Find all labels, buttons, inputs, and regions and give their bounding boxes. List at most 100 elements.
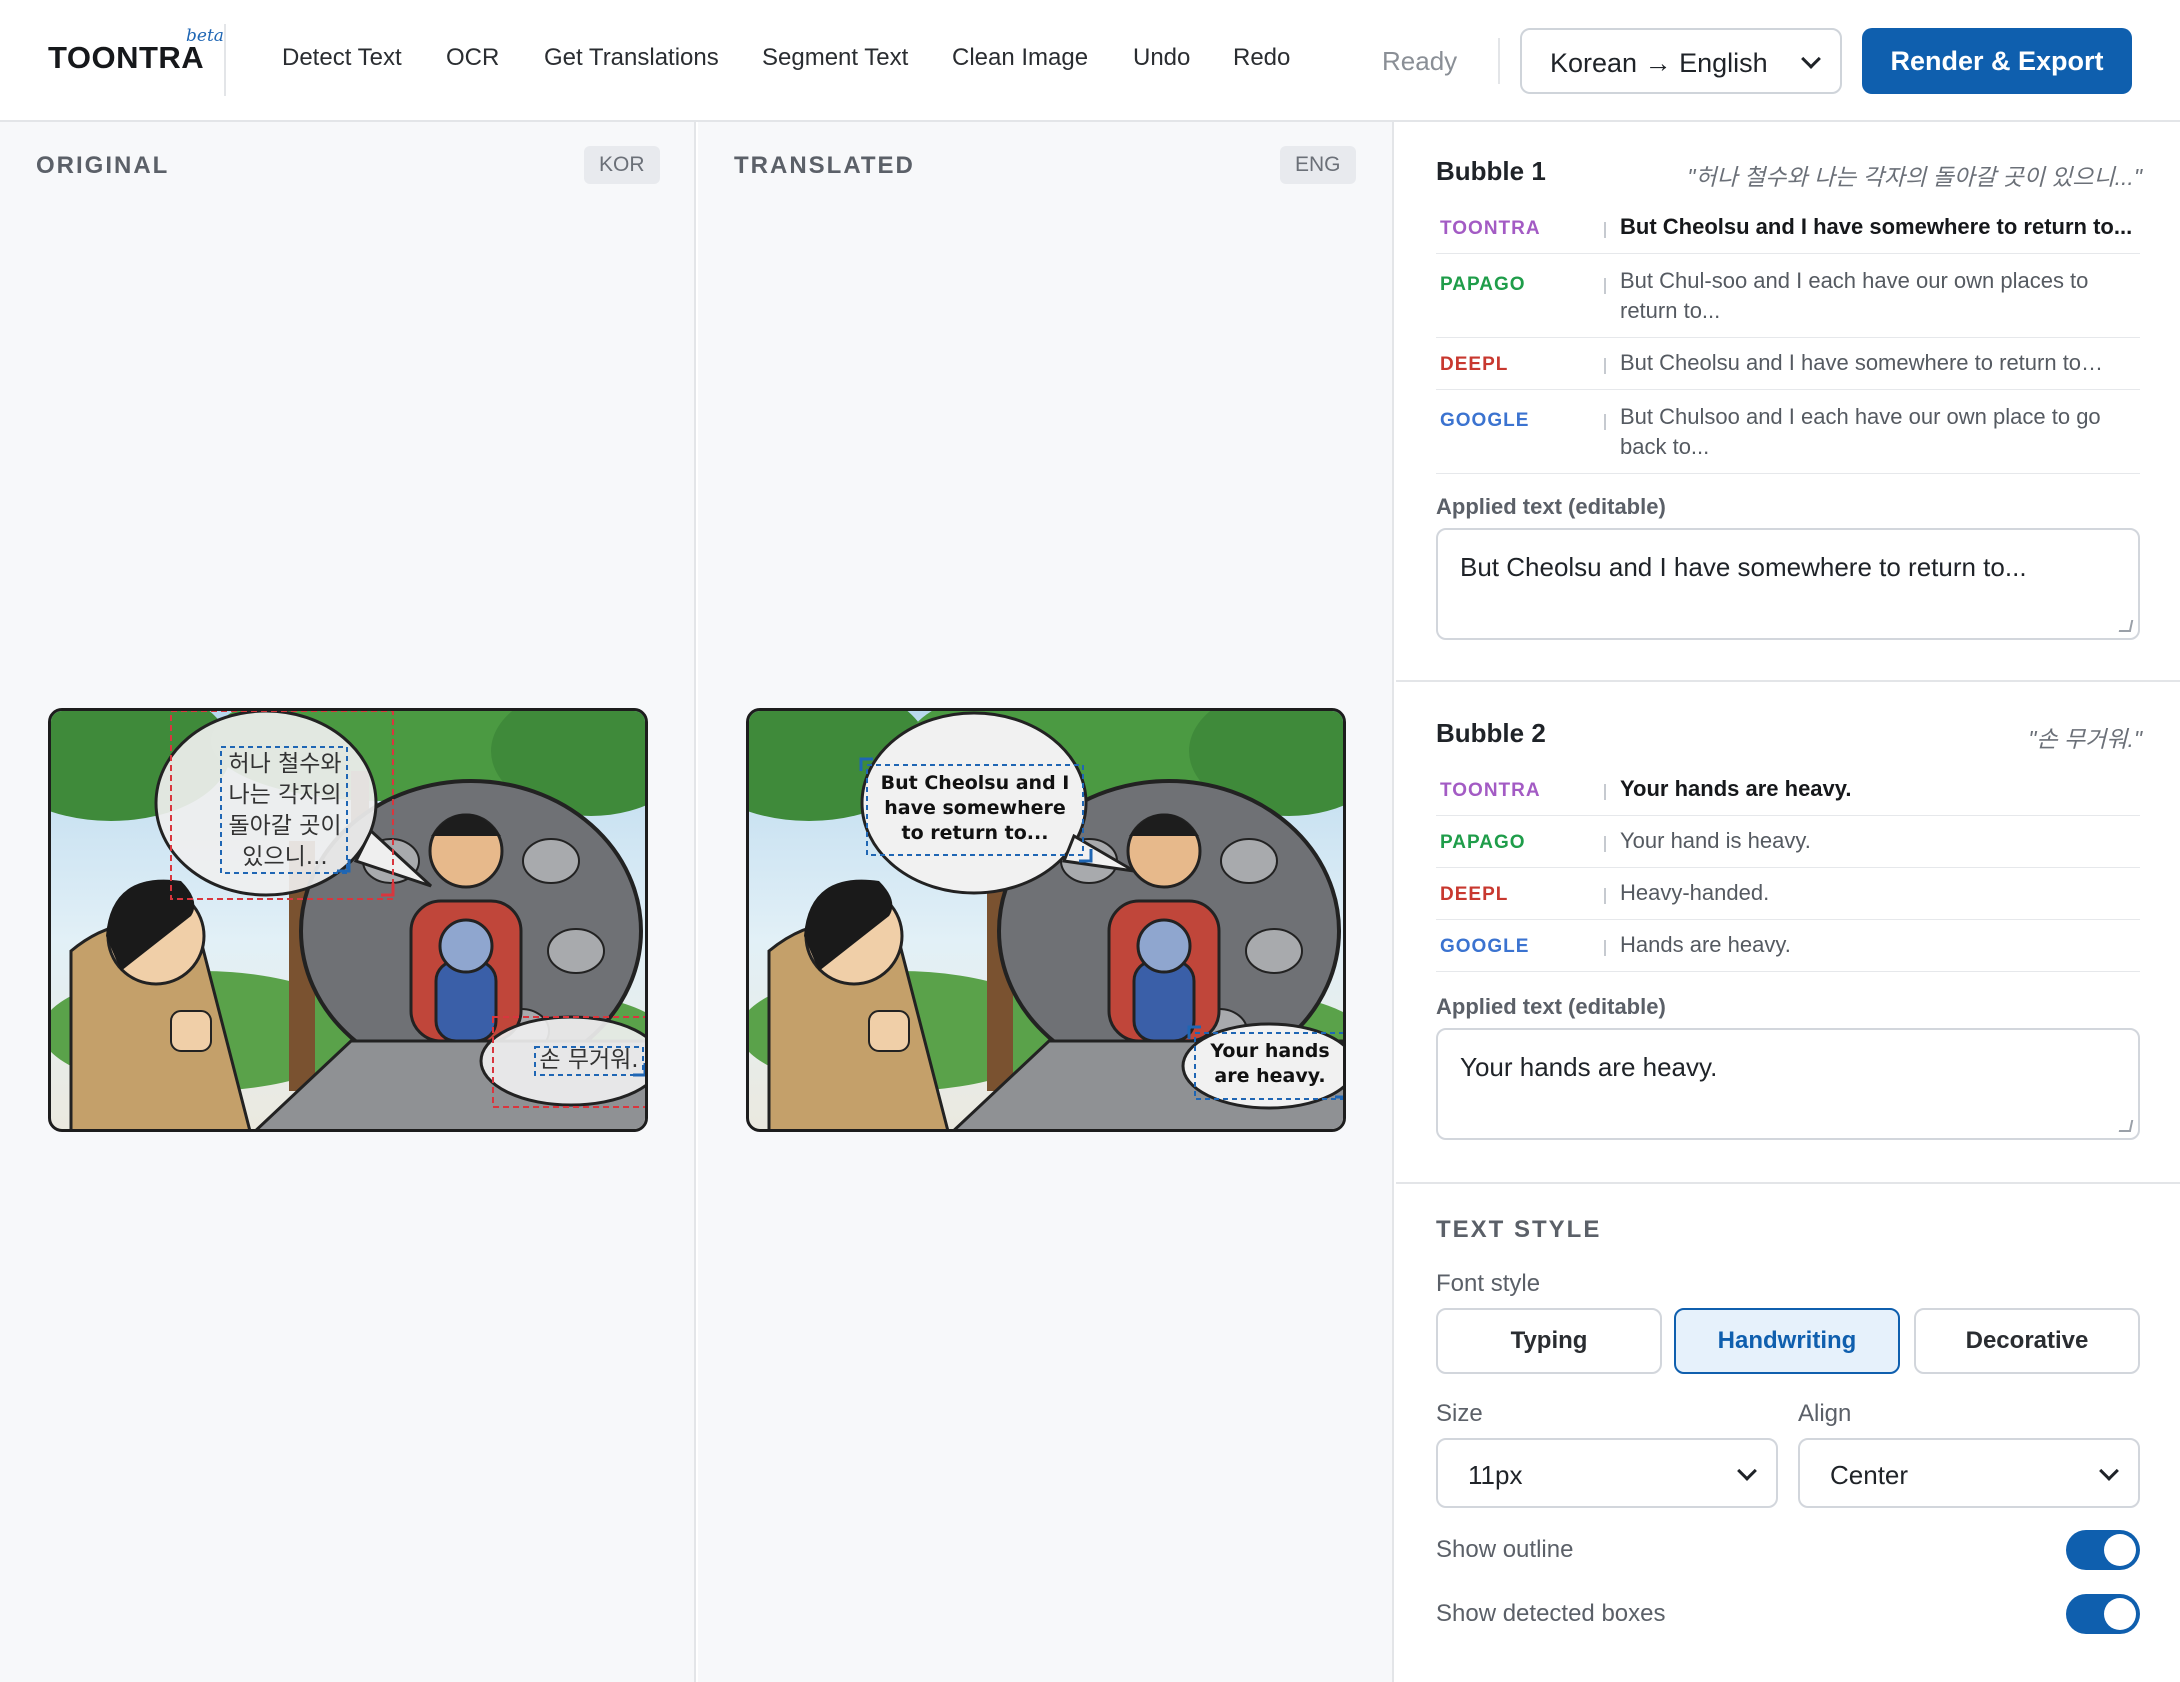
translated-bubble-1-line: to return to...	[901, 822, 1049, 844]
engine-text: Heavy-handed.	[1620, 880, 1770, 905]
bubble-1-applied-textarea[interactable]: But Cheolsu and I have somewhere to retu…	[1436, 528, 2140, 640]
engine-separator	[1604, 888, 1606, 904]
engine-separator	[1604, 222, 1606, 238]
engine-name: GOOGLE	[1440, 936, 1530, 957]
align-select-value: Center	[1830, 1460, 1909, 1490]
undo-button[interactable]: Undo	[1133, 44, 1190, 72]
get-translations-button[interactable]: Get Translations	[544, 44, 719, 72]
original-pane-title: ORIGINAL	[36, 152, 170, 179]
show-boxes-toggle[interactable]	[2066, 1594, 2140, 1634]
original-bubble-2-text: 손 무거워.	[539, 1047, 639, 1073]
translated-bubble-1-line: But Cheolsu and I	[880, 772, 1070, 794]
translated-bubble-2-line: are heavy.	[1214, 1065, 1326, 1087]
language-select-value: Korean → English	[1550, 48, 1768, 78]
engine-option-papago[interactable]: PAPAGO But Chul-soo and I each have our …	[1436, 254, 2140, 338]
engine-separator	[1604, 940, 1606, 956]
font-style-handwriting-button[interactable]: Handwriting	[1674, 1308, 1900, 1374]
original-comic-image[interactable]: 허나 철수와 나는 각자의 돌아갈 곳이 있으니... 손 무거워.	[48, 708, 648, 1132]
original-pane: ORIGINAL KOR 허나 철수와 나는 각자의 돌아갈 곳이 있으니...…	[0, 122, 696, 1682]
original-bubble-1-text: 허나 철수와 나는 각자의 돌아갈 곳이 있으니...	[223, 749, 347, 873]
segment-text-button[interactable]: Segment Text	[762, 44, 908, 72]
translated-comic-image[interactable]: But Cheolsu and I have somewhere to retu…	[746, 708, 1346, 1132]
translation-sidebar: Bubble 1 "허나 철수와 나는 각자의 돌아갈 곳이 있으니..." T…	[1396, 122, 2180, 1682]
translated-pane: TRANSLATED ENG But Cheolsu and I have so…	[698, 122, 1394, 1682]
engine-name: DEEPL	[1440, 354, 1509, 375]
engine-separator	[1604, 358, 1606, 374]
engine-text: Hands are heavy.	[1620, 932, 1791, 957]
size-select[interactable]: 11px	[1436, 1438, 1778, 1508]
translated-bubble-1-text: But Cheolsu and I have somewhere to retu…	[867, 771, 1083, 846]
original-bubble-1-line: 돌아갈 곳이	[228, 813, 342, 839]
original-bubble-1-line: 있으니...	[242, 844, 328, 870]
align-label: Align	[1798, 1400, 1852, 1427]
translated-bubble-2-line: Your hands	[1210, 1040, 1330, 1062]
engine-option-google[interactable]: GOOGLE But Chulsoo and I each have our o…	[1436, 390, 2140, 474]
bubble-2-card: Bubble 2 "손 무거워." TOONTRA Your hands are…	[1396, 684, 2180, 1184]
align-select[interactable]: Center	[1798, 1438, 2140, 1508]
engine-name: TOONTRA	[1440, 780, 1541, 801]
size-label: Size	[1436, 1400, 1483, 1427]
engine-name: GOOGLE	[1440, 410, 1530, 431]
font-style-label: Font style	[1436, 1270, 1541, 1297]
engine-name: DEEPL	[1440, 884, 1509, 905]
engine-option-deepl[interactable]: DEEPL Heavy-handed.	[1436, 868, 2140, 920]
engine-option-papago[interactable]: PAPAGO Your hand is heavy.	[1436, 816, 2140, 868]
engine-text: But Cheolsu and I have somewhere to retu…	[1620, 214, 2133, 239]
show-outline-label: Show outline	[1436, 1536, 1574, 1563]
bubble-1-source: "허나 철수와 나는 각자의 돌아갈 곳이 있으니..."	[1687, 164, 2142, 190]
app-logo: TOONTRA	[48, 40, 205, 75]
bubble-2-applied-textarea[interactable]: Your hands are heavy.	[1436, 1028, 2140, 1140]
ocr-button[interactable]: OCR	[446, 44, 499, 72]
toggle-knob	[2104, 1598, 2136, 1630]
beta-label: beta	[186, 26, 224, 46]
translated-pane-title: TRANSLATED	[734, 152, 915, 179]
text-style-heading: TEXT STYLE	[1436, 1216, 1602, 1243]
font-style-decorative-button[interactable]: Decorative	[1914, 1308, 2140, 1374]
detect-text-button[interactable]: Detect Text	[282, 44, 402, 72]
top-toolbar: TOONTRA beta Detect Text OCR Get Transla…	[0, 0, 2180, 122]
language-select[interactable]: Korean → English	[1520, 28, 1842, 94]
status-divider	[1498, 38, 1500, 84]
font-style-typing-button[interactable]: Typing	[1436, 1308, 1662, 1374]
engine-text: But Chul-soo and I each have our own pla…	[1620, 268, 2089, 323]
bubble-2-title: Bubble 2	[1436, 718, 1546, 748]
engine-option-google[interactable]: GOOGLE Hands are heavy.	[1436, 920, 2140, 972]
size-select-value: 11px	[1468, 1460, 1523, 1490]
engine-name: PAPAGO	[1440, 274, 1526, 295]
bubble-2-source: "손 무거워."	[2028, 726, 2142, 752]
engine-text: Your hands are heavy.	[1620, 776, 1852, 801]
original-bubble-1-line: 나는 각자의	[228, 782, 342, 808]
render-export-button[interactable]: Render & Export	[1862, 28, 2132, 94]
bubble-1-applied-text: But Cheolsu and I have somewhere to retu…	[1460, 552, 2027, 582]
engine-option-toontra[interactable]: TOONTRA Your hands are heavy.	[1436, 764, 2140, 816]
bubble-1-card: Bubble 1 "허나 철수와 나는 각자의 돌아갈 곳이 있으니..." T…	[1396, 122, 2180, 682]
translated-bubble-2-text: Your hands are heavy.	[1195, 1039, 1343, 1089]
chevron-down-icon	[2099, 1461, 2119, 1481]
resize-handle-icon[interactable]	[2118, 1120, 2134, 1132]
engine-option-deepl[interactable]: DEEPL But Cheolsu and I have somewhere t…	[1436, 338, 2140, 390]
logo-divider	[224, 24, 226, 96]
redo-button[interactable]: Redo	[1233, 44, 1290, 72]
engine-text: But Chulsoo and I each have our own plac…	[1620, 404, 2101, 459]
show-outline-toggle[interactable]	[2066, 1530, 2140, 1570]
original-bubble-1-line: 허나 철수와	[228, 751, 342, 777]
clean-image-button[interactable]: Clean Image	[952, 44, 1088, 72]
original-lang-badge: KOR	[584, 146, 660, 184]
translated-bubble-1-line: have somewhere	[884, 797, 1066, 819]
bubble-1-title: Bubble 1	[1436, 156, 1546, 186]
show-boxes-label: Show detected boxes	[1436, 1600, 1666, 1627]
engine-option-toontra[interactable]: TOONTRA But Cheolsu and I have somewhere…	[1436, 202, 2140, 254]
chevron-down-icon	[1737, 1461, 1757, 1481]
engine-separator	[1604, 784, 1606, 800]
engine-separator	[1604, 836, 1606, 852]
engine-separator	[1604, 414, 1606, 430]
engine-text: Your hand is heavy.	[1620, 828, 1811, 853]
chevron-down-icon	[1801, 49, 1821, 69]
status-text: Ready	[1382, 46, 1458, 76]
engine-name: TOONTRA	[1440, 218, 1541, 239]
bubble-2-applied-label: Applied text (editable)	[1436, 994, 1666, 1019]
engine-name: PAPAGO	[1440, 832, 1526, 853]
bubble-2-applied-text: Your hands are heavy.	[1460, 1052, 1718, 1082]
resize-handle-icon[interactable]	[2118, 620, 2134, 632]
translated-lang-badge: ENG	[1280, 146, 1356, 184]
